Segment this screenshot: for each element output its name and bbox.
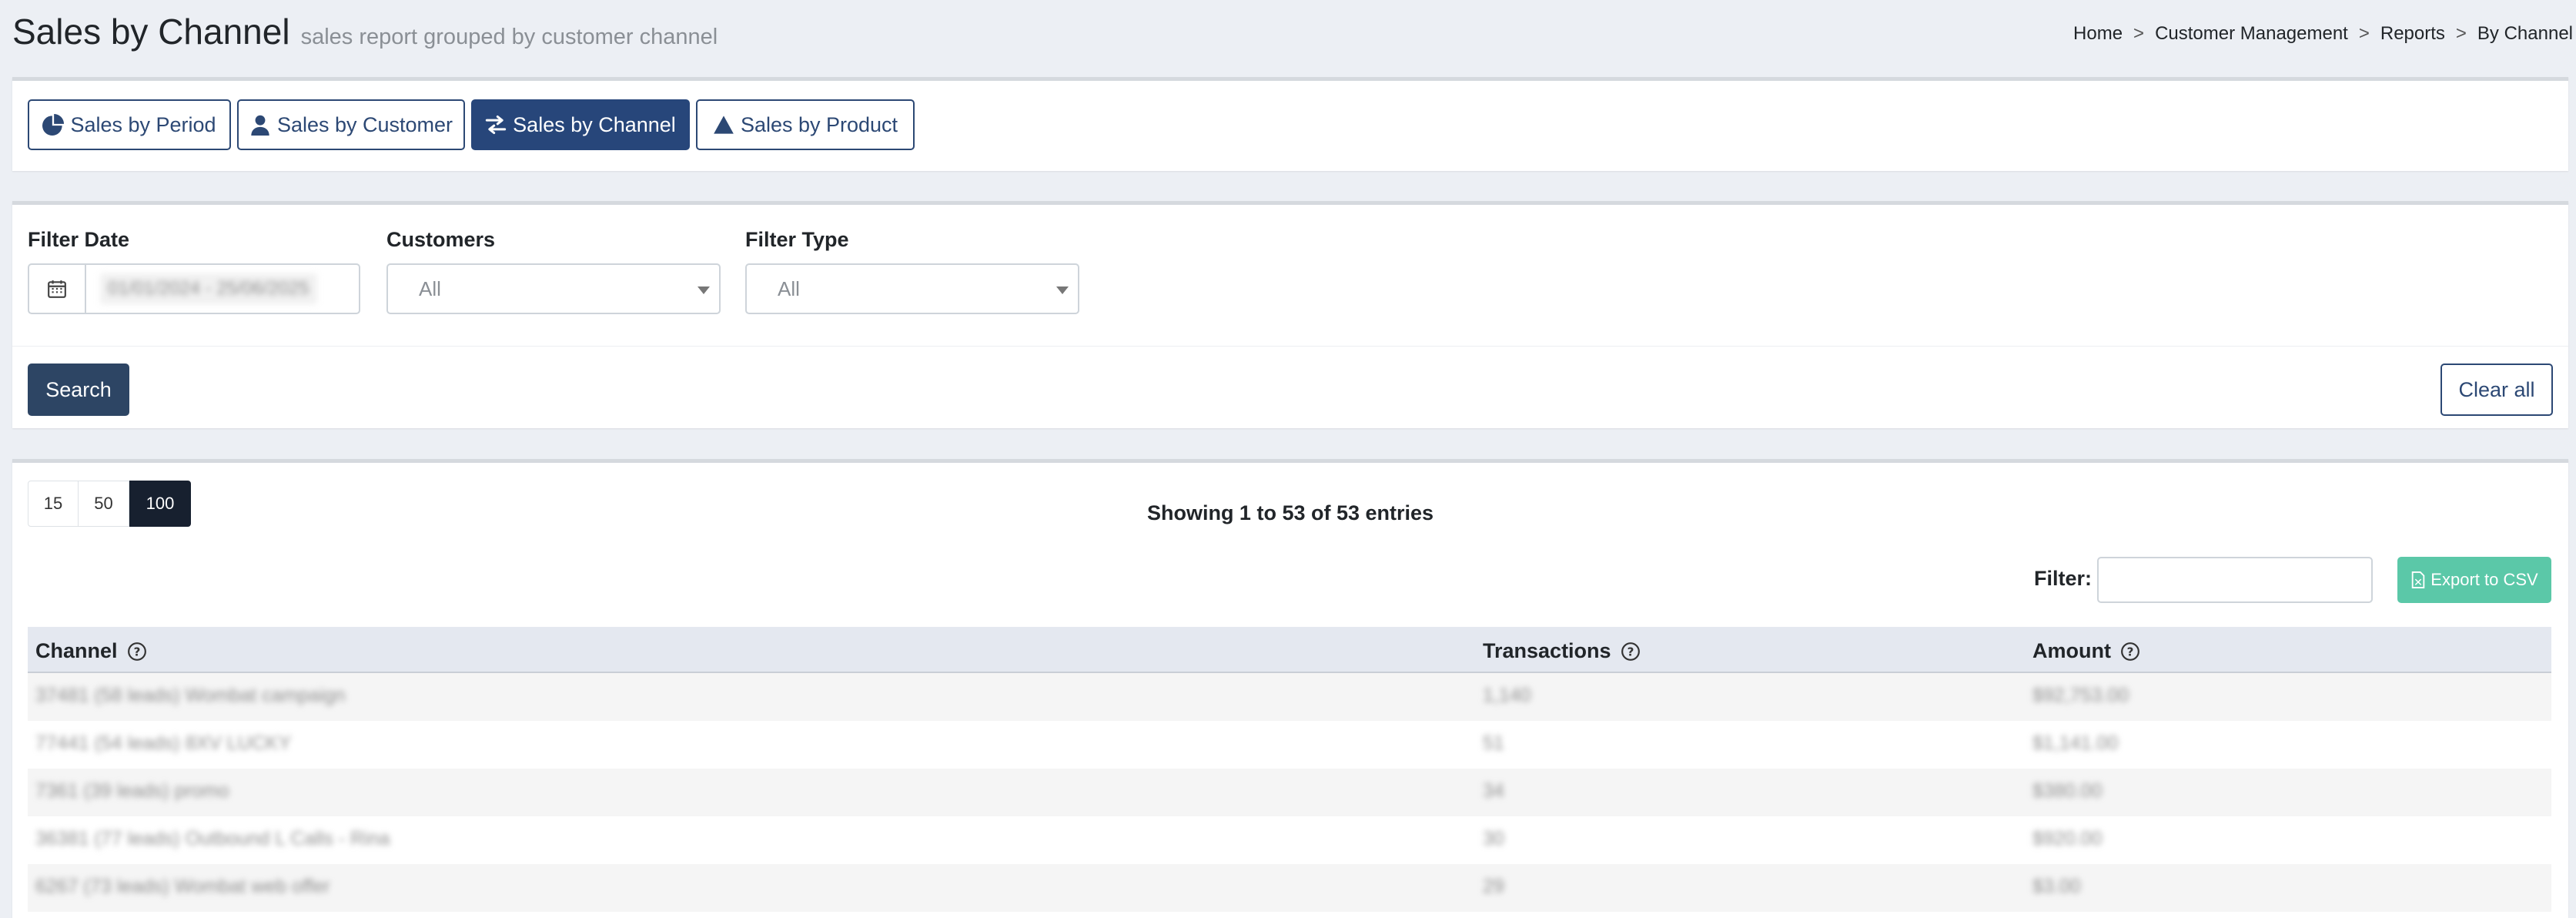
- user-icon: [251, 115, 269, 136]
- breadcrumb-separator: >: [2455, 23, 2467, 44]
- report-tabs-card: Sales by Period Sales by Customer Sales …: [12, 77, 2568, 171]
- table-filter-label: Filter:: [2034, 567, 2093, 590]
- amount-cell: $3.00: [2032, 876, 2081, 897]
- clear-all-button[interactable]: Clear all: [2441, 364, 2553, 416]
- column-header-amount[interactable]: Amount ?: [2032, 639, 2140, 663]
- filter-date-input[interactable]: 01/01/2024 - 25/06/2025: [85, 263, 360, 314]
- breadcrumb-by-channel: By Channel: [2477, 23, 2573, 44]
- channel-cell: 37481 (58 leads) Wombat campaign: [35, 685, 346, 706]
- channel-cell: 7361 (39 leads) promo: [35, 780, 229, 802]
- breadcrumb-customer-management[interactable]: Customer Management: [2155, 23, 2348, 44]
- tab-label: Sales by Period: [70, 112, 216, 136]
- amount-cell: $920.00: [2032, 828, 2103, 849]
- amount-cell: $1,141.00: [2032, 732, 2119, 754]
- filter-type-selected-value: All: [778, 276, 800, 300]
- svg-text:?: ?: [1627, 645, 1634, 658]
- column-header-label: Channel: [35, 639, 118, 662]
- filter-type-select[interactable]: All: [745, 263, 1079, 314]
- sales-table: Channel ? Transactions ? Amount ? 37481 …: [28, 627, 2551, 912]
- column-header-transactions[interactable]: Transactions ?: [1483, 639, 1641, 663]
- column-header-label: Amount: [2032, 639, 2111, 662]
- tab-sales-by-period[interactable]: Sales by Period: [28, 99, 231, 150]
- channel-cell: 77441 (54 leads) 8XV LUCKY: [35, 732, 292, 754]
- svg-text:?: ?: [2127, 645, 2134, 658]
- calendar-icon: [48, 280, 66, 298]
- transactions-cell: 34: [1483, 780, 1504, 802]
- entries-count: Showing 1 to 53 of 53 entries: [1146, 501, 1434, 524]
- tab-sales-by-customer[interactable]: Sales by Customer: [237, 99, 465, 150]
- triangle-icon: [714, 116, 734, 134]
- date-picker-button[interactable]: [28, 263, 86, 314]
- tab-sales-by-product[interactable]: Sales by Product: [696, 99, 915, 150]
- filters-divider: [12, 346, 2568, 347]
- column-header-channel[interactable]: Channel ?: [35, 639, 147, 663]
- filter-type-label: Filter Type: [745, 228, 849, 251]
- channel-cell: 6267 (73 leads) Wombat web offer: [35, 876, 330, 897]
- filter-date-label: Filter Date: [28, 228, 130, 251]
- file-icon: [2412, 571, 2425, 588]
- tab-label: Sales by Customer: [276, 112, 453, 136]
- table-filter-input[interactable]: [2097, 557, 2373, 603]
- tab-label: Sales by Product: [740, 112, 898, 136]
- page-subtitle: sales report grouped by customer channel: [300, 25, 718, 49]
- amount-cell: $380.00: [2032, 780, 2103, 802]
- amount-cell: $92,753.00: [2032, 685, 2129, 706]
- filters-card: Filter Date 01/01/2024 - 25/06/2025 Cust…: [12, 201, 2568, 428]
- table-row[interactable]: 77441 (54 leads) 8XV LUCKY 51 $1,141.00: [28, 721, 2551, 769]
- channel-cell: 36381 (77 leads) Outbound L Calls - Rina: [35, 828, 390, 849]
- customers-select[interactable]: All: [386, 263, 721, 314]
- tab-label: Sales by Channel: [513, 112, 676, 136]
- customers-selected-value: All: [419, 276, 441, 300]
- column-header-label: Transactions: [1483, 639, 1611, 662]
- table-header: Channel ? Transactions ? Amount ?: [28, 627, 2551, 673]
- page-header: Sales by Channel sales report grouped by …: [0, 0, 2576, 77]
- transactions-cell: 1,140: [1483, 685, 1531, 706]
- export-csv-button[interactable]: Export to CSV: [2397, 557, 2551, 603]
- table-row[interactable]: 7361 (39 leads) promo 34 $380.00: [28, 769, 2551, 816]
- table-row[interactable]: 6267 (73 leads) Wombat web offer 29 $3.0…: [28, 864, 2551, 912]
- pie-chart-icon: [42, 114, 65, 136]
- transactions-cell: 51: [1483, 732, 1504, 754]
- breadcrumb-separator: >: [2358, 23, 2370, 44]
- question-circle-icon[interactable]: ?: [1621, 642, 1641, 662]
- transactions-cell: 29: [1483, 876, 1504, 897]
- breadcrumb: Home > Customer Management > Reports > By Chan…: [2073, 23, 2573, 45]
- table-row[interactable]: 37481 (58 leads) Wombat campaign 1,140 $…: [28, 673, 2551, 721]
- svg-text:?: ?: [133, 645, 140, 658]
- search-button[interactable]: Search: [28, 364, 129, 416]
- breadcrumb-separator: >: [2133, 23, 2145, 44]
- tab-sales-by-channel[interactable]: Sales by Channel: [471, 99, 690, 150]
- breadcrumb-reports[interactable]: Reports: [2380, 23, 2445, 44]
- page-title: Sales by Channel sales report grouped by …: [12, 11, 718, 52]
- page-title-text: Sales by Channel: [12, 12, 290, 52]
- transactions-cell: 30: [1483, 828, 1504, 849]
- results-card: 15 50 100 Showing 1 to 53 of 53 entries …: [12, 459, 2568, 918]
- question-circle-icon[interactable]: ?: [2120, 642, 2140, 662]
- filter-date-value: 01/01/2024 - 25/06/2025: [100, 273, 317, 304]
- chevron-down-icon: [1056, 286, 1069, 294]
- table-row[interactable]: 36381 (77 leads) Outbound L Calls - Rina…: [28, 816, 2551, 864]
- chevron-down-icon: [698, 286, 710, 294]
- exchange-arrows-icon: [485, 115, 507, 135]
- customers-label: Customers: [386, 228, 496, 251]
- breadcrumb-home[interactable]: Home: [2073, 23, 2123, 44]
- question-circle-icon[interactable]: ?: [127, 642, 147, 662]
- export-csv-label: Export to CSV: [2430, 570, 2538, 589]
